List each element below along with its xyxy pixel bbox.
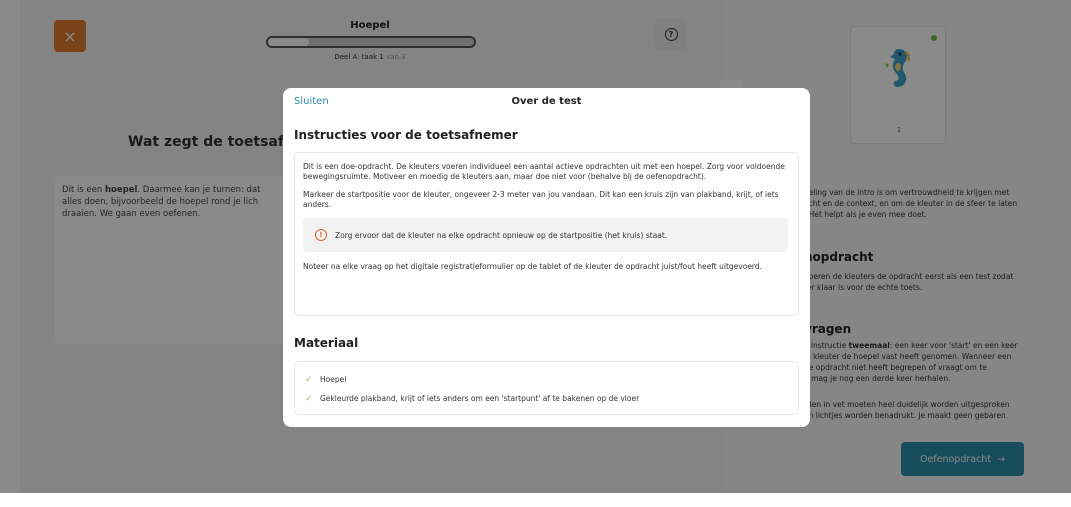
warning-text: Zorg ervoor dat de kleuter na elke opdra… bbox=[335, 230, 668, 240]
check-icon: ✓ bbox=[305, 374, 313, 385]
list-item: ✓ Gekleurde plakband, krijt of iets ander… bbox=[305, 393, 640, 404]
close-dialog-button[interactable]: Sluiten bbox=[294, 96, 329, 107]
materials-heading: Materiaal bbox=[294, 336, 359, 350]
check-icon: ✓ bbox=[305, 393, 313, 404]
instructions-box: Dit is een doe-opdracht. De kleuters voe… bbox=[294, 152, 799, 316]
instruction-paragraph: Noteer na elke vraag op het digitale reg… bbox=[303, 262, 763, 271]
dialog-title: Over de test bbox=[511, 96, 582, 107]
instruction-paragraph: Dit is een doe-opdracht. De kleuters voe… bbox=[303, 162, 785, 181]
alert-icon: ! bbox=[315, 229, 327, 241]
list-item: ✓ Hoepel bbox=[305, 374, 347, 385]
instruction-paragraph: Markeer de startpositie voor de kleuter,… bbox=[303, 190, 779, 209]
about-test-dialog: Sluiten Over de test Instructies voor de… bbox=[283, 88, 810, 427]
app-screen: × Hoepel Deel A: taak 1 van 3 ? Wat zegt… bbox=[0, 0, 1071, 507]
warning-callout: ! Zorg ervoor dat de kleuter na elke opd… bbox=[303, 218, 788, 252]
bottom-strip bbox=[0, 493, 1071, 507]
instructions-heading: Instructies voor de toetsafnemer bbox=[294, 128, 518, 142]
materials-list: ✓ Hoepel ✓ Gekleurde plakband, krijt of ie… bbox=[294, 361, 799, 415]
